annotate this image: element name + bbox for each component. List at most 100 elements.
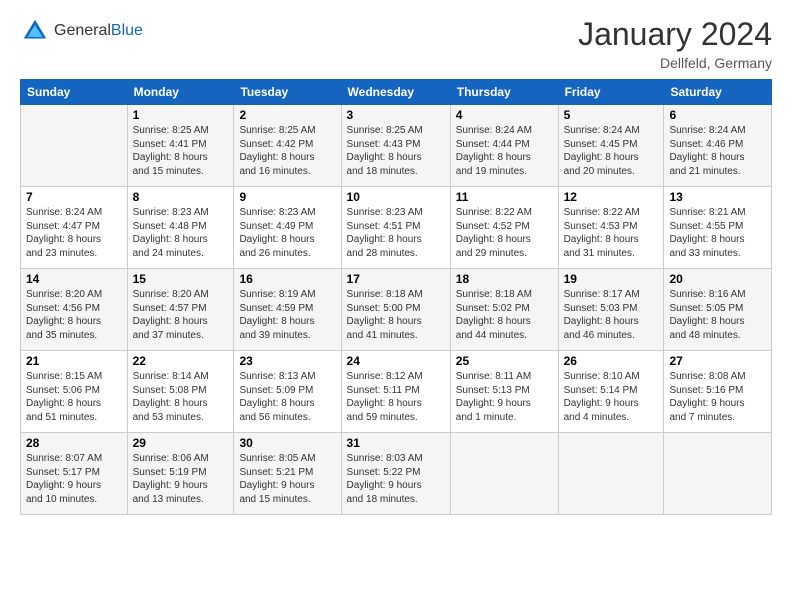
calendar-header-row: SundayMondayTuesdayWednesdayThursdayFrid…: [21, 80, 772, 105]
day-number: 23: [239, 354, 335, 368]
location: Dellfeld, Germany: [578, 55, 772, 71]
calendar-week-row: 28Sunrise: 8:07 AM Sunset: 5:17 PM Dayli…: [21, 433, 772, 515]
calendar-cell: 8 Sunrise: 8:23 AM Sunset: 4:48 PM Daylig…: [127, 187, 234, 269]
weekday-header-friday: Friday: [558, 80, 664, 105]
calendar-week-row: 14Sunrise: 8:20 AM Sunset: 4:56 PM Dayli…: [21, 269, 772, 351]
calendar-cell: 3 Sunrise: 8:25 AM Sunset: 4:43 PM Daylig…: [341, 105, 450, 187]
calendar-cell: 20 Sunrise: 8:16 AM Sunset: 5:05 PM Dayli…: [664, 269, 772, 351]
day-info: Sunrise: 8:22 AM Sunset: 4:52 PM Dayligh…: [456, 206, 553, 260]
day-info: Sunrise: 8:24 AM Sunset: 4:44 PM Dayligh…: [456, 124, 553, 178]
day-info: Sunrise: 8:03 AM Sunset: 5:22 PM Dayligh…: [347, 452, 445, 506]
day-info: Sunrise: 8:08 AM Sunset: 5:16 PM Dayligh…: [669, 370, 766, 424]
calendar-cell: [558, 433, 664, 515]
day-number: 18: [456, 272, 553, 286]
day-number: 2: [239, 108, 335, 122]
calendar-cell: 10 Sunrise: 8:23 AM Sunset: 4:51 PM Dayli…: [341, 187, 450, 269]
calendar-cell: 29 Sunrise: 8:06 AM Sunset: 5:19 PM Dayli…: [127, 433, 234, 515]
calendar: SundayMondayTuesdayWednesdayThursdayFrid…: [20, 79, 772, 515]
weekday-header-monday: Monday: [127, 80, 234, 105]
day-info: Sunrise: 8:23 AM Sunset: 4:51 PM Dayligh…: [347, 206, 445, 260]
day-number: 3: [347, 108, 445, 122]
calendar-cell: 5Sunrise: 8:24 AM Sunset: 4:45 PM Daylig…: [558, 105, 664, 187]
day-info: Sunrise: 8:24 AM Sunset: 4:46 PM Dayligh…: [669, 124, 766, 178]
calendar-cell: 23 Sunrise: 8:13 AM Sunset: 5:09 PM Dayli…: [234, 351, 341, 433]
calendar-cell: 9 Sunrise: 8:23 AM Sunset: 4:49 PM Daylig…: [234, 187, 341, 269]
day-number: 26: [564, 354, 659, 368]
calendar-week-row: 7 Sunrise: 8:24 AM Sunset: 4:47 PM Daylig…: [21, 187, 772, 269]
day-number: 11: [456, 190, 553, 204]
day-number: 10: [347, 190, 445, 204]
day-info: Sunrise: 8:25 AM Sunset: 4:43 PM Dayligh…: [347, 124, 445, 178]
day-number: 16: [239, 272, 335, 286]
day-number: 27: [669, 354, 766, 368]
weekday-header-thursday: Thursday: [450, 80, 558, 105]
day-info: Sunrise: 8:18 AM Sunset: 5:00 PM Dayligh…: [347, 288, 445, 342]
calendar-cell: 16 Sunrise: 8:19 AM Sunset: 4:59 PM Dayli…: [234, 269, 341, 351]
day-info: Sunrise: 8:14 AM Sunset: 5:08 PM Dayligh…: [133, 370, 229, 424]
calendar-cell: 19 Sunrise: 8:17 AM Sunset: 5:03 PM Dayli…: [558, 269, 664, 351]
day-number: 12: [564, 190, 659, 204]
day-number: 8: [133, 190, 229, 204]
day-info: Sunrise: 8:24 AM Sunset: 4:47 PM Dayligh…: [26, 206, 122, 260]
day-info: Sunrise: 8:23 AM Sunset: 4:48 PM Dayligh…: [133, 206, 229, 260]
day-number: 20: [669, 272, 766, 286]
day-number: 7: [26, 190, 122, 204]
month-title: January 2024: [578, 16, 772, 53]
day-info: Sunrise: 8:06 AM Sunset: 5:19 PM Dayligh…: [133, 452, 229, 506]
day-info: Sunrise: 8:25 AM Sunset: 4:41 PM Dayligh…: [133, 124, 229, 178]
day-info: Sunrise: 8:05 AM Sunset: 5:21 PM Dayligh…: [239, 452, 335, 506]
day-info: Sunrise: 8:25 AM Sunset: 4:42 PM Dayligh…: [239, 124, 335, 178]
day-number: 9: [239, 190, 335, 204]
calendar-week-row: 1 Sunrise: 8:25 AM Sunset: 4:41 PM Daylig…: [21, 105, 772, 187]
weekday-header-sunday: Sunday: [21, 80, 128, 105]
day-number: 25: [456, 354, 553, 368]
day-number: 30: [239, 436, 335, 450]
day-info: Sunrise: 8:22 AM Sunset: 4:53 PM Dayligh…: [564, 206, 659, 260]
calendar-cell: 6 Sunrise: 8:24 AM Sunset: 4:46 PM Daylig…: [664, 105, 772, 187]
calendar-cell: 21Sunrise: 8:15 AM Sunset: 5:06 PM Dayli…: [21, 351, 128, 433]
calendar-cell: 26 Sunrise: 8:10 AM Sunset: 5:14 PM Dayli…: [558, 351, 664, 433]
day-info: Sunrise: 8:12 AM Sunset: 5:11 PM Dayligh…: [347, 370, 445, 424]
day-info: Sunrise: 8:10 AM Sunset: 5:14 PM Dayligh…: [564, 370, 659, 424]
day-number: 13: [669, 190, 766, 204]
day-number: 28: [26, 436, 122, 450]
calendar-cell: 28Sunrise: 8:07 AM Sunset: 5:17 PM Dayli…: [21, 433, 128, 515]
day-number: 19: [564, 272, 659, 286]
day-number: 1: [133, 108, 229, 122]
logo-general: General: [54, 22, 111, 39]
day-info: Sunrise: 8:19 AM Sunset: 4:59 PM Dayligh…: [239, 288, 335, 342]
logo-icon: [20, 16, 50, 46]
header: GeneralBlue January 2024 Dellfeld, Germa…: [20, 16, 772, 71]
calendar-cell: 27 Sunrise: 8:08 AM Sunset: 5:16 PM Dayli…: [664, 351, 772, 433]
day-info: Sunrise: 8:21 AM Sunset: 4:55 PM Dayligh…: [669, 206, 766, 260]
calendar-cell: 12 Sunrise: 8:22 AM Sunset: 4:53 PM Dayli…: [558, 187, 664, 269]
calendar-cell: 18 Sunrise: 8:18 AM Sunset: 5:02 PM Dayli…: [450, 269, 558, 351]
day-info: Sunrise: 8:15 AM Sunset: 5:06 PM Dayligh…: [26, 370, 122, 424]
day-info: Sunrise: 8:17 AM Sunset: 5:03 PM Dayligh…: [564, 288, 659, 342]
logo-text: GeneralBlue: [54, 22, 143, 40]
calendar-cell: 31 Sunrise: 8:03 AM Sunset: 5:22 PM Dayli…: [341, 433, 450, 515]
calendar-cell: 7 Sunrise: 8:24 AM Sunset: 4:47 PM Daylig…: [21, 187, 128, 269]
day-number: 31: [347, 436, 445, 450]
day-info: Sunrise: 8:16 AM Sunset: 5:05 PM Dayligh…: [669, 288, 766, 342]
calendar-cell: 15Sunrise: 8:20 AM Sunset: 4:57 PM Dayli…: [127, 269, 234, 351]
weekday-header-tuesday: Tuesday: [234, 80, 341, 105]
day-number: 17: [347, 272, 445, 286]
calendar-cell: 2 Sunrise: 8:25 AM Sunset: 4:42 PM Daylig…: [234, 105, 341, 187]
weekday-header-wednesday: Wednesday: [341, 80, 450, 105]
day-number: 29: [133, 436, 229, 450]
calendar-cell: 30 Sunrise: 8:05 AM Sunset: 5:21 PM Dayli…: [234, 433, 341, 515]
weekday-header-saturday: Saturday: [664, 80, 772, 105]
calendar-cell: [450, 433, 558, 515]
logo-blue: Blue: [111, 22, 143, 39]
day-number: 6: [669, 108, 766, 122]
day-info: Sunrise: 8:18 AM Sunset: 5:02 PM Dayligh…: [456, 288, 553, 342]
day-info: Sunrise: 8:11 AM Sunset: 5:13 PM Dayligh…: [456, 370, 553, 424]
day-info: Sunrise: 8:13 AM Sunset: 5:09 PM Dayligh…: [239, 370, 335, 424]
title-block: January 2024 Dellfeld, Germany: [578, 16, 772, 71]
logo: GeneralBlue: [20, 16, 143, 46]
calendar-cell: 17 Sunrise: 8:18 AM Sunset: 5:00 PM Dayli…: [341, 269, 450, 351]
day-info: Sunrise: 8:23 AM Sunset: 4:49 PM Dayligh…: [239, 206, 335, 260]
day-number: 4: [456, 108, 553, 122]
calendar-cell: [664, 433, 772, 515]
